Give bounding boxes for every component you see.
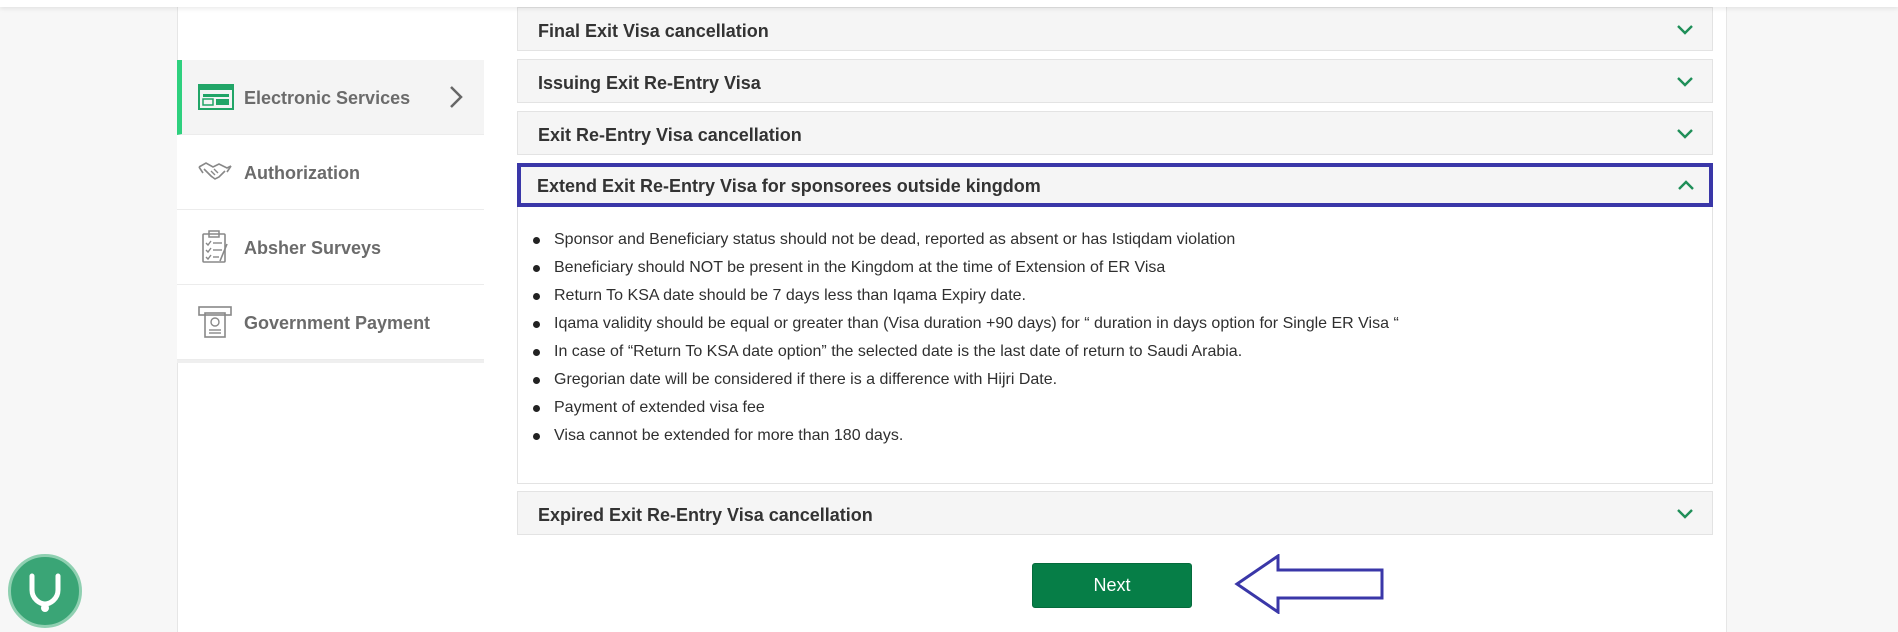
electronic-services-icon (198, 84, 234, 110)
bullet-icon (533, 321, 540, 328)
chevron-down-icon (1677, 77, 1693, 87)
chevron-up-icon (1678, 180, 1694, 190)
rule-item: In case of “Return To KSA date option” t… (533, 343, 1712, 371)
bullet-icon (533, 349, 540, 356)
sidebar: Electronic Services Authorization Absher… (177, 60, 484, 363)
stethoscope-support-icon (29, 573, 61, 612)
accordion-item-exit-re-entry-visa-cancellation[interactable]: Exit Re-Entry Visa cancellation (517, 111, 1713, 155)
accordion-list: Final Exit Visa cancellation Issuing Exi… (517, 7, 1713, 543)
accordion-panel-extend-exit-re-entry-visa: Sponsor and Beneficiary status should no… (517, 207, 1713, 484)
rule-item: Beneficiary should NOT be present in the… (533, 259, 1712, 287)
accordion-item-final-exit-visa-cancellation[interactable]: Final Exit Visa cancellation (517, 7, 1713, 51)
bullet-icon (533, 433, 540, 440)
rule-item: Gregorian date will be considered if the… (533, 371, 1712, 399)
top-bar (0, 0, 1898, 7)
atm-payment-icon (198, 306, 232, 338)
accordion-item-extend-exit-re-entry-visa[interactable]: Extend Exit Re-Entry Visa for sponsorees… (517, 163, 1713, 207)
rule-text: Sponsor and Beneficiary status should no… (554, 231, 1236, 248)
chevron-right-icon (450, 86, 463, 108)
rule-text: Iqama validity should be equal or greate… (554, 315, 1399, 332)
sidebar-item-government-payment[interactable]: Government Payment (177, 285, 484, 360)
next-button[interactable]: Next (1032, 563, 1192, 608)
rule-text: Payment of extended visa fee (554, 399, 765, 416)
accordion-title: Exit Re-Entry Visa cancellation (538, 125, 802, 145)
rule-item: Sponsor and Beneficiary status should no… (533, 231, 1712, 259)
rule-text: Visa cannot be extended for more than 18… (554, 427, 904, 444)
accordion-item-expired-exit-re-entry-visa-cancellation[interactable]: Expired Exit Re-Entry Visa cancellation (517, 491, 1713, 535)
bullet-icon (533, 265, 540, 272)
sidebar-item-label: Absher Surveys (244, 238, 382, 258)
sidebar-item-electronic-services[interactable]: Electronic Services (177, 60, 484, 135)
annotation-arrow-icon (1234, 554, 1384, 614)
accordion-title: Final Exit Visa cancellation (538, 21, 769, 41)
rules-list: Sponsor and Beneficiary status should no… (518, 207, 1712, 455)
chevron-down-icon (1677, 25, 1693, 35)
rule-item: Iqama validity should be equal or greate… (533, 315, 1712, 343)
bullet-icon (533, 405, 540, 412)
rule-item: Payment of extended visa fee (533, 399, 1712, 427)
bullet-icon (533, 237, 540, 244)
accordion-title: Expired Exit Re-Entry Visa cancellation (538, 505, 873, 525)
bullet-icon (533, 293, 540, 300)
chevron-down-icon (1677, 509, 1693, 519)
sidebar-item-label: Government Payment (244, 313, 431, 333)
sidebar-item-authorization[interactable]: Authorization (177, 135, 484, 210)
rule-text: Gregorian date will be considered if the… (554, 371, 1058, 388)
rule-text: Beneficiary should NOT be present in the… (554, 259, 1166, 276)
handshake-icon (198, 162, 232, 180)
rule-text: In case of “Return To KSA date option” t… (554, 343, 1243, 360)
support-chat-button[interactable] (8, 554, 82, 628)
accordion-title: Extend Exit Re-Entry Visa for sponsorees… (537, 176, 1041, 196)
rule-item: Return To KSA date should be 7 days less… (533, 287, 1712, 315)
sidebar-item-label: Electronic Services (244, 88, 411, 108)
rule-text: Return To KSA date should be 7 days less… (554, 287, 1026, 304)
accordion-item-issuing-exit-re-entry-visa[interactable]: Issuing Exit Re-Entry Visa (517, 59, 1713, 103)
clipboard-checklist-icon (202, 230, 228, 263)
sidebar-item-absher-surveys[interactable]: Absher Surveys (177, 210, 484, 285)
sidebar-item-label: Authorization (244, 163, 360, 183)
chevron-down-icon (1677, 129, 1693, 139)
bullet-icon (533, 377, 540, 384)
rule-item: Visa cannot be extended for more than 18… (533, 427, 1712, 455)
accordion-title: Issuing Exit Re-Entry Visa (538, 73, 761, 93)
